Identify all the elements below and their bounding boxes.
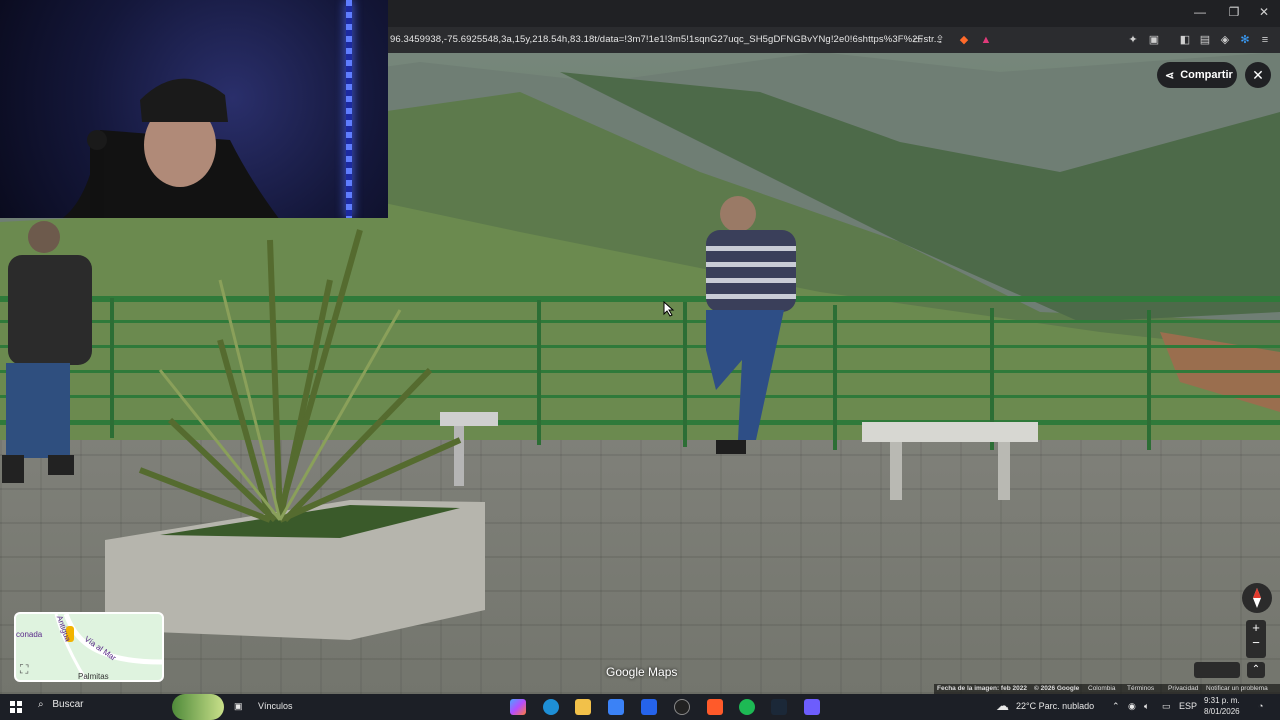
search-icon: ⌕ [38, 699, 44, 710]
taskbar-search[interactable]: ⌕ Buscar [38, 699, 148, 715]
zoom-in-button[interactable]: + [1246, 620, 1266, 635]
railing-post [833, 305, 837, 450]
menu-icon[interactable]: ≡ [1258, 33, 1272, 47]
maximize-icon[interactable]: ❐ [1224, 5, 1244, 19]
webcam-overlay [0, 0, 388, 218]
minimap-roads [54, 614, 162, 680]
minimap[interactable]: conada Vía al Mar Palmitas Antigua ⛶ [14, 612, 164, 682]
rewards-icon[interactable]: ▲ [979, 33, 993, 47]
railing-post [1147, 310, 1151, 450]
share-icon: ⋖ [1165, 69, 1175, 82]
browser-titlebar: — ❐ ✕ [388, 0, 1280, 27]
tray-chevron-icon[interactable]: ⌃ [1112, 701, 1120, 712]
cast-icon[interactable]: ▭ [911, 33, 925, 47]
terms-link[interactable]: Términos [1127, 685, 1154, 692]
minimap-label: Palmitas [78, 672, 109, 681]
language[interactable]: ESP [1179, 701, 1197, 711]
minimize-icon[interactable]: — [1190, 5, 1210, 19]
task-view-icon[interactable]: ▣ [234, 701, 243, 712]
wallet-icon[interactable]: ▤ [1198, 33, 1212, 47]
layers-button[interactable] [1194, 662, 1240, 678]
copyright: © 2026 Google [1034, 685, 1080, 692]
tab-icon[interactable]: ▣ [1147, 33, 1161, 47]
brave-shield-icon[interactable]: ◆ [957, 33, 971, 47]
weather-text[interactable]: 22°C Parc. nublado [1016, 701, 1094, 711]
minimap-label: conada [16, 630, 43, 639]
url-text: 96.3459938,-75.6925548,3a,15y,218.54h,83… [390, 34, 942, 45]
notification-icon[interactable]: ◔ [1258, 701, 1263, 711]
clock-time[interactable]: 9:31 p. m. [1204, 696, 1240, 705]
ai-icon[interactable]: ✻ [1238, 33, 1252, 47]
fullscreen-icon[interactable]: ⛶ [20, 662, 28, 677]
volume-icon[interactable]: 🔈︎ [1144, 701, 1149, 712]
windows-taskbar: ⌕ Buscar ▣ Vínculos ☁ 22°C Parc. nublado… [0, 694, 1280, 720]
network-icon[interactable]: ▭ [1162, 701, 1171, 712]
search-highlight-image [172, 694, 224, 720]
compass-control[interactable] [1242, 583, 1272, 613]
share-button[interactable]: ⋖ Compartir [1157, 62, 1237, 88]
vpn-icon[interactable]: ◈ [1218, 33, 1232, 47]
clock-date[interactable]: 8/01/2026 [1204, 707, 1240, 716]
expand-icon[interactable]: ⌃ [1247, 662, 1265, 678]
extensions-icon[interactable]: ✦ [1126, 33, 1140, 47]
man-on-railing [706, 196, 796, 454]
led-strip [346, 0, 352, 218]
brave-icon[interactable] [707, 699, 723, 715]
planter-with-palm [105, 229, 485, 640]
copilot-icon[interactable] [510, 699, 526, 715]
close-streetview-button[interactable]: ✕ [1245, 62, 1271, 88]
weather-icon: ☁ [996, 698, 1009, 713]
mail-icon[interactable] [641, 699, 657, 715]
steam-icon[interactable] [771, 699, 787, 715]
share-label: Compartir [1180, 69, 1233, 81]
compass-icon [1253, 588, 1261, 608]
pedestrian-backpack [2, 221, 92, 483]
links-label[interactable]: Vínculos [258, 701, 293, 711]
close-icon: ✕ [1252, 67, 1264, 83]
bench [862, 422, 1038, 500]
sidebar-icon[interactable]: ◧ [1178, 33, 1192, 47]
obs-icon[interactable] [674, 699, 690, 715]
zoom-control: + − [1246, 620, 1266, 658]
share-icon[interactable]: ⇪ [933, 33, 947, 47]
country[interactable]: Colombia [1088, 685, 1115, 692]
tray-app-icon[interactable]: ◉ [1128, 701, 1136, 712]
streamer [62, 78, 279, 218]
store-icon[interactable] [608, 699, 624, 715]
google-maps-watermark: Google Maps [606, 665, 678, 679]
zoom-out-button[interactable]: − [1246, 635, 1266, 650]
search-placeholder: Buscar [52, 699, 84, 710]
mouse-cursor-icon [663, 301, 675, 317]
privacy-link[interactable]: Privacidad [1168, 685, 1198, 692]
spotify-icon[interactable] [739, 699, 755, 715]
image-date: Fecha de la imagen: feb 2022 [937, 685, 1027, 692]
edge-icon[interactable] [543, 699, 559, 715]
windows-start-icon[interactable] [10, 701, 22, 713]
app-icon[interactable] [804, 699, 820, 715]
railing-post [537, 300, 541, 445]
file-explorer-icon[interactable] [575, 699, 591, 715]
window-close-icon[interactable]: ✕ [1254, 5, 1274, 19]
report-link[interactable]: Notificar un problema [1206, 685, 1268, 692]
map-footer: Fecha de la imagen: feb 2022 © 2026 Goog… [934, 684, 1280, 694]
